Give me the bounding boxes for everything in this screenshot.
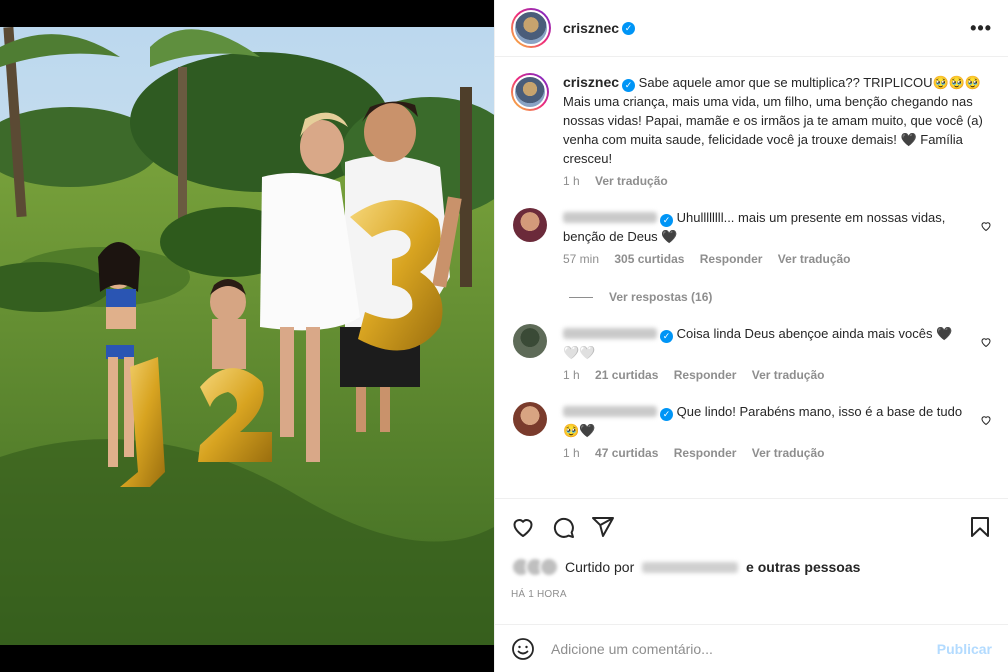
comment-meta: 1 h 47 curtidas Responder Ver tradução	[563, 446, 963, 460]
comment-time: 1 h	[563, 368, 580, 382]
comment-item: ✓ Que lindo! Parabéns mano, isso é a bas…	[511, 402, 992, 460]
commenter-avatar[interactable]	[513, 402, 547, 436]
comment-like-heart-icon[interactable]	[980, 336, 992, 348]
comment-translate-link[interactable]: Ver tradução	[752, 368, 825, 382]
comment-likes-count[interactable]: 21 curtidas	[595, 368, 658, 382]
caption-translate-link[interactable]: Ver tradução	[595, 174, 668, 188]
comment-time: 57 min	[563, 252, 600, 266]
share-paper-plane-icon[interactable]	[591, 515, 615, 539]
family-photo-illustration	[0, 27, 494, 645]
save-bookmark-icon[interactable]	[968, 515, 992, 539]
commenter-avatar[interactable]	[513, 208, 547, 242]
caption-time: 1 h	[563, 174, 580, 188]
verified-badge-icon: ✓	[660, 214, 673, 227]
verified-badge-icon: ✓	[622, 21, 636, 35]
emoji-smiley-icon[interactable]	[511, 637, 535, 661]
comment-translate-link[interactable]: Ver tradução	[778, 252, 851, 266]
post-details-panel: crisznec ✓ ••• crisznec ✓ Sabe aquele amo…	[494, 0, 1008, 672]
liker-username-blurred[interactable]	[642, 562, 739, 573]
post-header: crisznec ✓ •••	[495, 0, 1008, 57]
action-icon-row	[511, 513, 992, 541]
view-replies-button[interactable]: Ver respostas (16)	[569, 290, 992, 304]
comment-reply-button[interactable]: Responder	[700, 252, 763, 266]
caption-meta: 1 h Ver tradução	[563, 174, 983, 188]
post-actions-section: Curtido por e outras pessoas HÁ 1 HORA	[495, 498, 1008, 600]
liked-by-others-link[interactable]: e outras pessoas	[746, 559, 860, 575]
comment-meta: 1 h 21 curtidas Responder Ver tradução	[563, 368, 963, 382]
commenter-username-blurred[interactable]	[563, 406, 657, 417]
add-comment-bar: Publicar	[495, 624, 1008, 672]
commenter-username-blurred[interactable]	[563, 328, 657, 339]
comment-item: ✓ Uhullllllll... mais um presente em nos…	[511, 208, 992, 266]
verified-badge-icon: ✓	[660, 408, 673, 421]
comment-reply-button[interactable]: Responder	[674, 368, 737, 382]
comment-reply-button[interactable]: Responder	[674, 446, 737, 460]
comments-scroll-area[interactable]: crisznec ✓ Sabe aquele amor que se multip…	[495, 57, 1008, 498]
post-caption: crisznec ✓ Sabe aquele amor que se multip…	[511, 73, 992, 188]
caption-username[interactable]: crisznec	[563, 74, 619, 90]
liked-by-prefix: Curtido por	[565, 559, 635, 575]
author-username[interactable]: crisznec	[563, 20, 619, 36]
liked-by-line: Curtido por e outras pessoas	[511, 557, 992, 577]
view-replies-label: Ver respostas (16)	[609, 290, 713, 304]
liker-avatar[interactable]	[539, 557, 559, 577]
comment-likes-count[interactable]: 305 curtidas	[614, 252, 684, 266]
comment-like-heart-icon[interactable]	[980, 220, 992, 232]
publish-comment-button[interactable]: Publicar	[937, 641, 992, 657]
replies-divider	[569, 296, 593, 298]
author-avatar[interactable]	[511, 8, 551, 48]
add-comment-input[interactable]	[551, 640, 937, 657]
post-timestamp[interactable]: HÁ 1 HORA	[511, 589, 992, 600]
commenter-avatar[interactable]	[513, 324, 547, 358]
commenter-username-blurred[interactable]	[563, 212, 657, 223]
like-heart-icon[interactable]	[511, 515, 535, 539]
more-options-icon[interactable]: •••	[970, 18, 992, 39]
post-photo[interactable]	[0, 0, 494, 672]
comment-time: 1 h	[563, 446, 580, 460]
caption-author-avatar[interactable]	[511, 73, 549, 111]
comment-bubble-icon[interactable]	[551, 515, 575, 539]
comment-meta: 57 min 305 curtidas Responder Ver traduç…	[563, 252, 963, 266]
comment-item: ✓ Coisa linda Deus abençoe ainda mais vo…	[511, 324, 992, 382]
comment-translate-link[interactable]: Ver tradução	[752, 446, 825, 460]
comment-likes-count[interactable]: 47 curtidas	[595, 446, 658, 460]
verified-badge-icon: ✓	[660, 330, 673, 343]
comment-like-heart-icon[interactable]	[980, 414, 992, 426]
verified-badge-icon: ✓	[622, 79, 636, 92]
